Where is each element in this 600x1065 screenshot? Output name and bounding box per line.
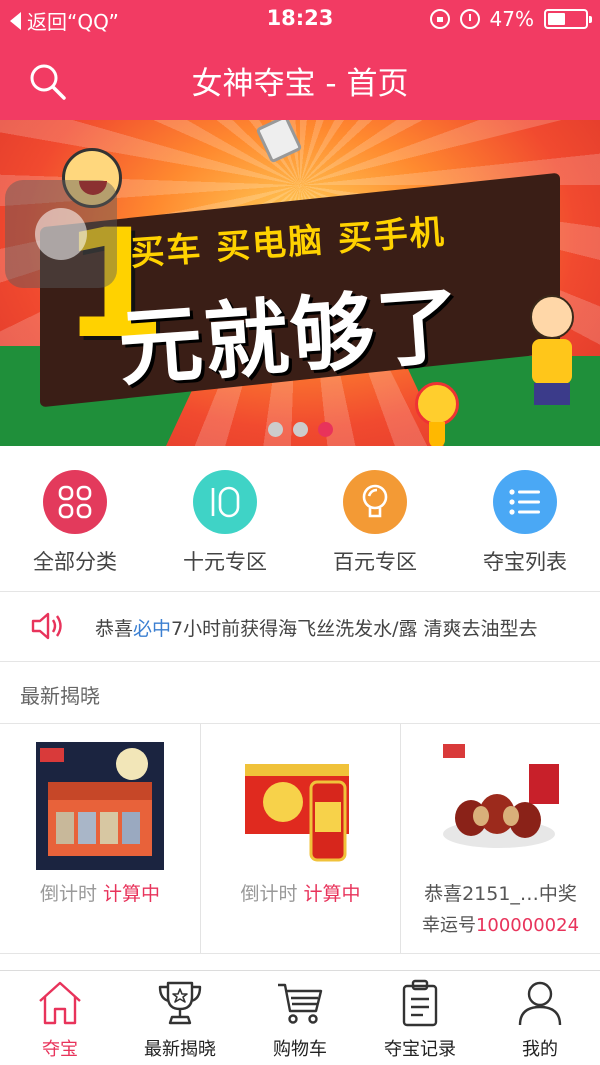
tab-label: 购物车 bbox=[273, 1039, 327, 1060]
category-ten-yuan[interactable]: 十元专区 bbox=[150, 446, 300, 591]
bulb-icon bbox=[343, 470, 407, 534]
boy-head bbox=[530, 295, 574, 339]
home-icon bbox=[39, 981, 81, 1025]
product-image-dates-walnuts bbox=[437, 742, 565, 870]
tab-cart[interactable]: 购物车 bbox=[240, 971, 360, 1065]
speaker-icon bbox=[30, 608, 66, 644]
countdown-label: 倒计时 bbox=[240, 883, 298, 905]
category-hundred-yuan[interactable]: 百元专区 bbox=[300, 446, 450, 591]
product-card[interactable]: 倒计时 计算中 bbox=[200, 724, 400, 953]
trophy-icon bbox=[158, 981, 202, 1025]
boy-legs bbox=[534, 383, 570, 405]
category-all[interactable]: 全部分类 bbox=[0, 446, 150, 591]
category-label: 十元专区 bbox=[183, 550, 267, 574]
rotation-lock-icon bbox=[429, 9, 450, 29]
notice-text: 恭喜必中7小时前获得海飞丝洗发水/露 清爽去油型去 bbox=[95, 614, 538, 641]
notice-winner-name[interactable]: 必中 bbox=[133, 618, 171, 640]
cartoon-boy-icon bbox=[522, 295, 582, 405]
assistive-touch-button[interactable] bbox=[5, 180, 117, 288]
grid-icon bbox=[43, 470, 107, 534]
winner-text: 恭喜2151_…中奖 bbox=[424, 883, 577, 905]
winner-notice[interactable]: 恭喜必中7小时前获得海飞丝洗发水/露 清爽去油型去 bbox=[0, 592, 600, 662]
notice-suffix: 7小时前获得海飞丝洗发水/露 清爽去油型去 bbox=[171, 618, 538, 640]
countdown-row: 倒计时 计算中 bbox=[201, 879, 400, 906]
tab-label: 夺宝记录 bbox=[384, 1039, 456, 1060]
battery-icon bbox=[544, 9, 592, 29]
category-label: 百元专区 bbox=[333, 550, 417, 574]
latest-products: 倒计时 计算中 倒计时 计算中 恭喜2151_…中奖 幸运号100000024 bbox=[0, 724, 600, 954]
countdown-row: 倒计时 计算中 bbox=[0, 879, 200, 906]
status-bar: 返回“QQ” 18:23 47% bbox=[0, 0, 600, 40]
tab-home[interactable]: 夺宝 bbox=[0, 971, 120, 1065]
section-title: 最新揭晓 bbox=[20, 684, 100, 708]
cart-icon bbox=[278, 983, 323, 1024]
countdown-status: 计算中 bbox=[303, 883, 361, 905]
countdown-status: 计算中 bbox=[103, 883, 161, 905]
lucky-number: 100000024 bbox=[475, 915, 580, 936]
tab-me[interactable]: 我的 bbox=[480, 971, 600, 1065]
header: 女神夺宝 - 首页 bbox=[0, 40, 600, 120]
top-bar: 返回“QQ” 18:23 47% 女神夺宝 - 首页 bbox=[0, 0, 600, 120]
promo-banner[interactable]: 1 买车 买电脑 买手机 元就够了 bbox=[0, 120, 600, 446]
category-row: 全部分类 十元专区 百元专区 夺宝列表 bbox=[0, 446, 600, 592]
battery-percent: 47% bbox=[489, 7, 534, 31]
tab-label: 最新揭晓 bbox=[144, 1039, 216, 1060]
list-icon bbox=[493, 470, 557, 534]
notice-prefix: 恭喜 bbox=[95, 618, 134, 640]
status-right: 47% bbox=[429, 7, 592, 31]
carousel-dots bbox=[0, 422, 600, 437]
latest-section-header: 最新揭晓 bbox=[0, 662, 600, 724]
carousel-dot[interactable] bbox=[292, 422, 308, 437]
battery-fill bbox=[548, 13, 565, 25]
category-label: 全部分类 bbox=[33, 550, 117, 574]
bottom-tab-bar: 夺宝 最新揭晓 购物车 夺宝记录 我的 bbox=[0, 970, 600, 1065]
clipboard-icon bbox=[402, 979, 438, 1027]
alarm-icon bbox=[459, 9, 480, 29]
page-title: 女神夺宝 - 首页 bbox=[191, 66, 409, 102]
category-list[interactable]: 夺宝列表 bbox=[450, 446, 600, 591]
carousel-dot[interactable] bbox=[267, 422, 283, 437]
lucky-number-row: 幸运号100000024 bbox=[401, 911, 600, 937]
tab-label: 夺宝 bbox=[42, 1039, 78, 1060]
product-card[interactable]: 倒计时 计算中 bbox=[0, 724, 200, 953]
tab-records[interactable]: 夺宝记录 bbox=[360, 971, 480, 1065]
boy-body bbox=[532, 339, 572, 384]
carousel-dot-active[interactable] bbox=[317, 422, 333, 437]
medal-disc bbox=[415, 382, 459, 426]
lucky-label: 幸运号 bbox=[421, 915, 476, 936]
tab-latest[interactable]: 最新揭晓 bbox=[120, 971, 240, 1065]
banner-main-text: 元就够了 bbox=[115, 276, 466, 398]
user-icon bbox=[518, 981, 562, 1026]
tab-label: 我的 bbox=[522, 1039, 558, 1060]
countdown-label: 倒计时 bbox=[39, 883, 97, 905]
product-image-herbal-tea bbox=[237, 742, 365, 870]
product-image-gift-box bbox=[36, 742, 164, 870]
ten-icon bbox=[193, 470, 257, 534]
product-card[interactable]: 恭喜2151_…中奖 幸运号100000024 bbox=[400, 724, 600, 953]
category-label: 夺宝列表 bbox=[483, 550, 567, 574]
